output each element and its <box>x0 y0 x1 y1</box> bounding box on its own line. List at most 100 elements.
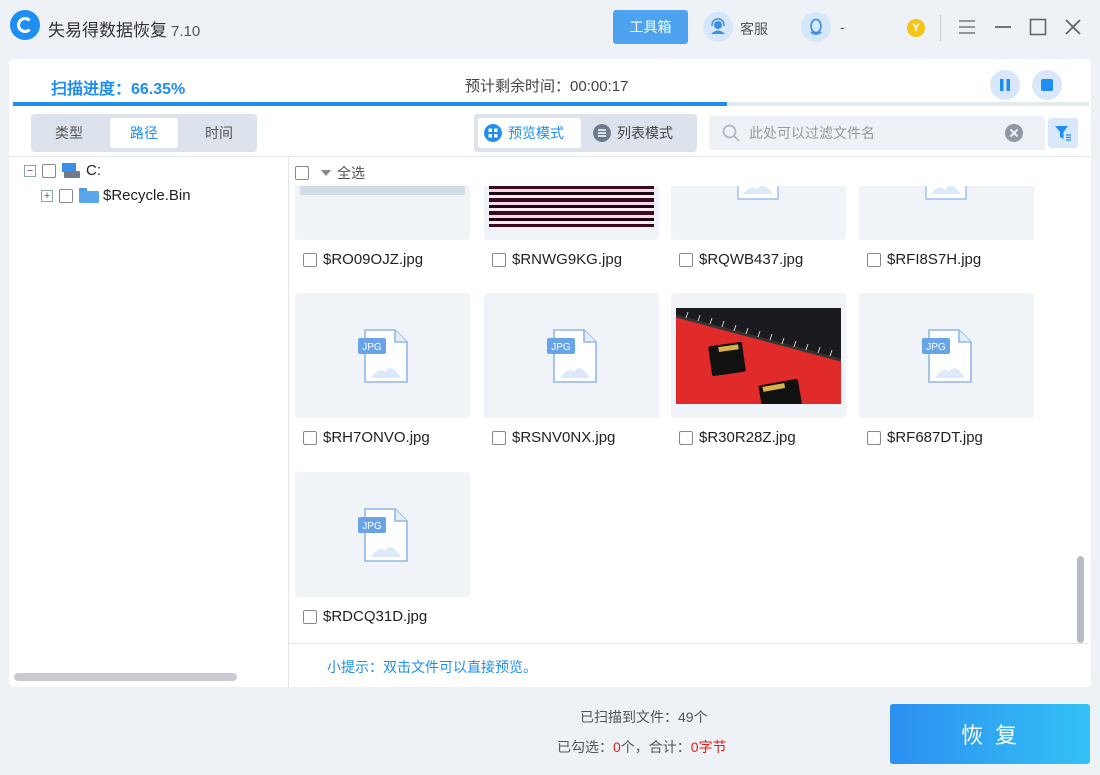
file-checkbox[interactable] <box>679 252 693 267</box>
collapse-icon[interactable]: − <box>24 164 36 177</box>
customer-service-label[interactable]: 客服 <box>740 19 768 39</box>
file-card[interactable]: JPG $RH7ONVO.jpg <box>295 293 470 446</box>
file-thumbnail[interactable]: JPG <box>859 293 1034 418</box>
menu-icon[interactable] <box>956 16 978 38</box>
file-thumbnail[interactable]: JPG <box>295 293 470 418</box>
file-name: $RDCQ31D.jpg <box>323 608 428 625</box>
select-all-label: 全选 <box>337 165 365 181</box>
file-name: $RO09OJZ.jpg <box>323 251 424 268</box>
file-thumbnail[interactable]: JPG <box>484 293 659 418</box>
file-name: $RQWB437.jpg <box>699 251 804 268</box>
scrollbar-thumb[interactable] <box>1077 556 1084 643</box>
tree-horizontal-scrollbar[interactable] <box>14 673 237 681</box>
maximize-icon[interactable] <box>1027 16 1049 38</box>
file-name: $RSNV0NX.jpg <box>512 429 616 446</box>
scanned-label: 已扫描到文件： <box>580 709 678 725</box>
file-card[interactable]: $RQWB437.jpg <box>671 186 846 268</box>
checked-summary: 已勾选：0个，合计：0字节 <box>557 737 727 757</box>
expand-icon[interactable]: + <box>41 189 53 202</box>
tip-separator <box>289 643 1087 644</box>
file-name: $RFI8S7H.jpg <box>887 251 982 268</box>
tab-path[interactable]: 路径 <box>110 118 178 148</box>
select-all[interactable]: 全选 <box>295 163 365 183</box>
file-card[interactable]: JPG $RSNV0NX.jpg <box>484 293 659 446</box>
image-file-icon <box>925 186 967 200</box>
file-checkbox[interactable] <box>303 252 317 267</box>
file-checkbox[interactable] <box>303 430 317 445</box>
tip-text: 小提示：双击文件可以直接预览。 <box>327 659 537 675</box>
file-card[interactable]: $RNWG9KG.jpg <box>484 186 659 268</box>
file-name: $RNWG9KG.jpg <box>512 251 623 268</box>
tab-type[interactable]: 类型 <box>35 118 103 148</box>
file-thumbnail[interactable] <box>671 186 846 240</box>
file-thumbnail[interactable] <box>671 293 846 418</box>
close-icon[interactable] <box>1062 16 1084 38</box>
filter-search-input[interactable] <box>749 116 999 150</box>
file-card[interactable]: $R30R28Z.jpg <box>671 293 846 446</box>
qq-label: - <box>840 19 845 35</box>
file-grid-scrollbar[interactable] <box>1075 186 1085 643</box>
file-card[interactable]: JPG $RDCQ31D.jpg <box>295 472 470 625</box>
toolbar-separator <box>9 156 1091 157</box>
tab-time[interactable]: 时间 <box>185 118 253 148</box>
scan-progress-label: 扫描进度：66.35% <box>51 81 186 98</box>
scanned-count: 已扫描到文件：49个 <box>580 707 708 727</box>
filter-search <box>709 116 1045 150</box>
tree-item-recycle-bin[interactable]: + $Recycle.Bin <box>41 187 191 204</box>
tree-item-label: C: <box>86 162 101 179</box>
customer-service-icon[interactable] <box>703 12 733 42</box>
file-checkbox[interactable] <box>867 252 881 267</box>
file-thumbnail[interactable]: JPG <box>295 472 470 597</box>
file-name: $RF687DT.jpg <box>887 429 983 446</box>
scan-progress-bar <box>13 102 1089 106</box>
vip-badge-icon[interactable]: Y <box>907 19 925 37</box>
file-checkbox[interactable] <box>867 430 881 445</box>
jpg-file-icon: JPG <box>921 328 972 383</box>
file-checkbox[interactable] <box>492 430 506 445</box>
checked-mid: 个，合计： <box>620 739 691 755</box>
file-grid: $RO09OJZ.jpg $RNWG9KG.jpg $RQWB437.jpg $… <box>289 186 1075 643</box>
folder-icon <box>79 188 99 203</box>
tree-item-drive-c[interactable]: − C: <box>24 162 101 179</box>
file-thumbnail[interactable] <box>484 186 659 240</box>
advanced-filter-button[interactable] <box>1048 118 1078 148</box>
stop-icon <box>1041 79 1053 91</box>
svg-text:JPG: JPG <box>362 342 382 353</box>
file-thumbnail[interactable] <box>295 186 470 240</box>
scanned-value: 49个 <box>678 709 708 725</box>
minimize-icon[interactable] <box>992 16 1014 38</box>
file-card[interactable]: $RFI8S7H.jpg <box>859 186 1034 268</box>
toolbox-button[interactable]: 工具箱 <box>613 10 688 44</box>
app-title: 失易得数据恢复 7.10 <box>48 16 200 41</box>
preview-mode-button[interactable]: 预览模式 <box>478 118 581 148</box>
search-icon <box>722 124 740 142</box>
select-all-checkbox[interactable] <box>295 166 309 180</box>
file-checkbox[interactable] <box>303 609 317 624</box>
file-name: $RH7ONVO.jpg <box>323 429 430 446</box>
view-tabs: 类型 路径 时间 <box>31 114 257 152</box>
image-file-icon <box>737 186 779 200</box>
file-card[interactable]: JPG $RF687DT.jpg <box>859 293 1034 446</box>
svg-text:JPG: JPG <box>362 521 382 532</box>
tree-checkbox[interactable] <box>59 188 73 203</box>
tree-checkbox[interactable] <box>42 163 56 178</box>
jpg-file-icon: JPG <box>357 507 408 562</box>
file-checkbox[interactable] <box>679 430 693 445</box>
file-card[interactable]: $RO09OJZ.jpg <box>295 186 470 268</box>
view-mode-switch: 预览模式 列表模式 <box>474 114 697 152</box>
list-mode-label: 列表模式 <box>617 125 673 141</box>
app-logo-icon <box>10 10 40 40</box>
qq-icon[interactable] <box>801 12 831 42</box>
pause-button[interactable] <box>990 70 1020 100</box>
sd-card-photo <box>676 307 841 404</box>
eta-label: 预计剩余时间： <box>465 78 571 95</box>
file-checkbox[interactable] <box>492 252 506 267</box>
list-mode-button[interactable]: 列表模式 <box>587 118 693 148</box>
recover-button[interactable]: 恢复 <box>890 704 1090 764</box>
chevron-down-icon[interactable] <box>321 170 331 176</box>
file-thumbnail[interactable] <box>859 186 1034 240</box>
stop-button[interactable] <box>1032 70 1062 100</box>
file-name: $R30R28Z.jpg <box>699 429 796 446</box>
svg-text:JPG: JPG <box>551 342 571 353</box>
clear-icon[interactable] <box>1004 123 1024 143</box>
